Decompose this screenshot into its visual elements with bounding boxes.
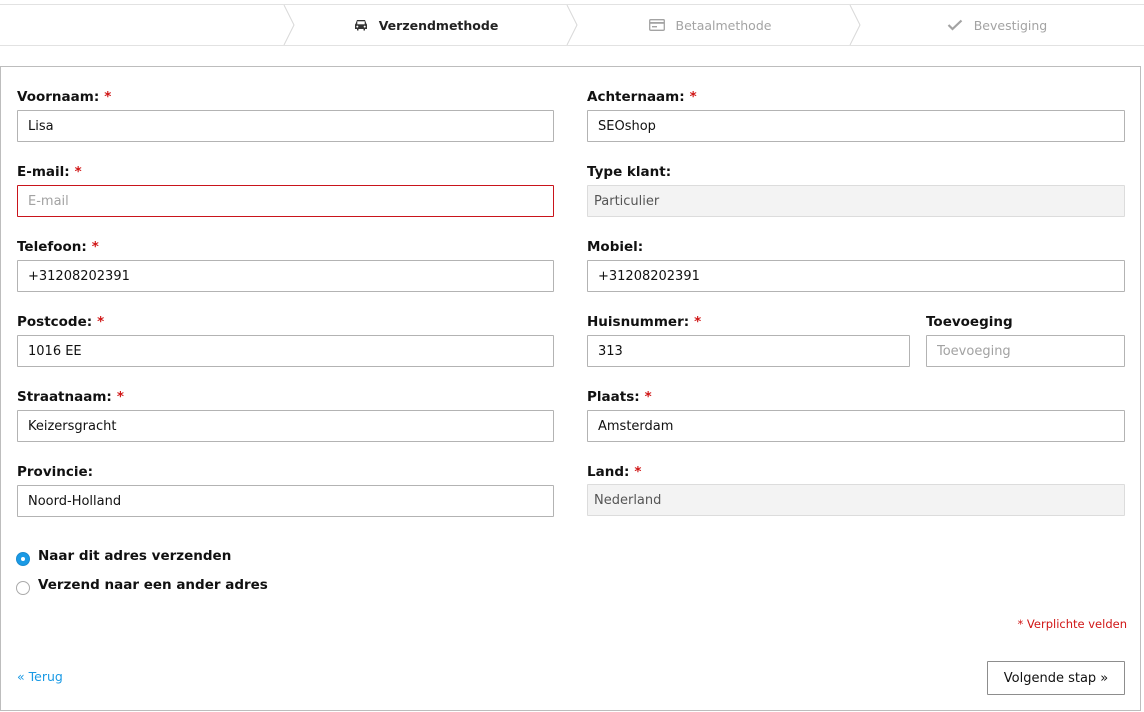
province-input[interactable] — [17, 485, 554, 517]
province-label: Provincie: — [17, 464, 94, 480]
firstname-label: Voornaam: * — [17, 89, 112, 105]
city-label: Plaats: * — [587, 389, 652, 405]
radio-label: Naar dit adres verzenden — [38, 548, 232, 564]
street-input[interactable] — [17, 410, 554, 442]
phone-label: Telefoon: * — [17, 239, 99, 255]
lastname-input[interactable] — [587, 110, 1125, 142]
step-label: Betaalmethode — [675, 17, 772, 33]
phone-input[interactable] — [17, 260, 554, 292]
customer-type-label: Type klant: — [587, 164, 672, 180]
email-label: E-mail: * — [17, 164, 82, 180]
step-shipping-method: Verzendmethode — [284, 5, 568, 45]
customer-type-field — [587, 185, 1125, 217]
zipcode-input[interactable] — [17, 335, 554, 367]
back-link[interactable]: « Terug — [17, 669, 63, 684]
addition-label: Toevoeging — [926, 314, 1013, 330]
ship-to-other-address-option[interactable]: Verzend naar een ander adres — [16, 575, 268, 595]
step-payment-method: Betaalmethode — [568, 5, 852, 45]
housenumber-label: Huisnummer: * — [587, 314, 702, 330]
address-form-panel — [0, 66, 1141, 711]
street-label: Straatnaam: * — [17, 389, 124, 405]
mobile-label: Mobiel: — [587, 239, 644, 255]
housenumber-input[interactable] — [587, 335, 910, 367]
step-separator — [283, 5, 295, 45]
mobile-input[interactable] — [587, 260, 1125, 292]
radio-checked[interactable] — [16, 552, 30, 566]
credit-card-icon — [648, 19, 665, 31]
addition-input[interactable] — [926, 335, 1125, 367]
checkmark-icon — [947, 19, 963, 31]
country-label: Land: * — [587, 464, 642, 480]
car-icon — [354, 19, 368, 31]
step-label: Verzendmethode — [378, 17, 499, 33]
radio-label: Verzend naar een ander adres — [38, 577, 268, 593]
required-fields-note: * Verplichte velden — [1017, 617, 1127, 631]
next-step-button[interactable]: Volgende stap » — [987, 661, 1125, 695]
step-label: Bevestiging — [973, 17, 1048, 33]
step-separator — [849, 5, 861, 45]
city-input[interactable] — [587, 410, 1125, 442]
step-separator — [566, 5, 578, 45]
step-confirmation: Bevestiging — [852, 5, 1142, 45]
radio-unchecked[interactable] — [16, 581, 30, 595]
checkout-steps: Verzendmethode Betaalmethode Bevestiging — [0, 4, 1144, 46]
ship-to-this-address-option[interactable]: Naar dit adres verzenden — [16, 546, 231, 566]
zipcode-label: Postcode: * — [17, 314, 105, 330]
lastname-label: Achternaam: * — [587, 89, 697, 105]
country-field — [587, 484, 1125, 516]
email-input[interactable] — [17, 185, 554, 217]
firstname-input[interactable] — [17, 110, 554, 142]
